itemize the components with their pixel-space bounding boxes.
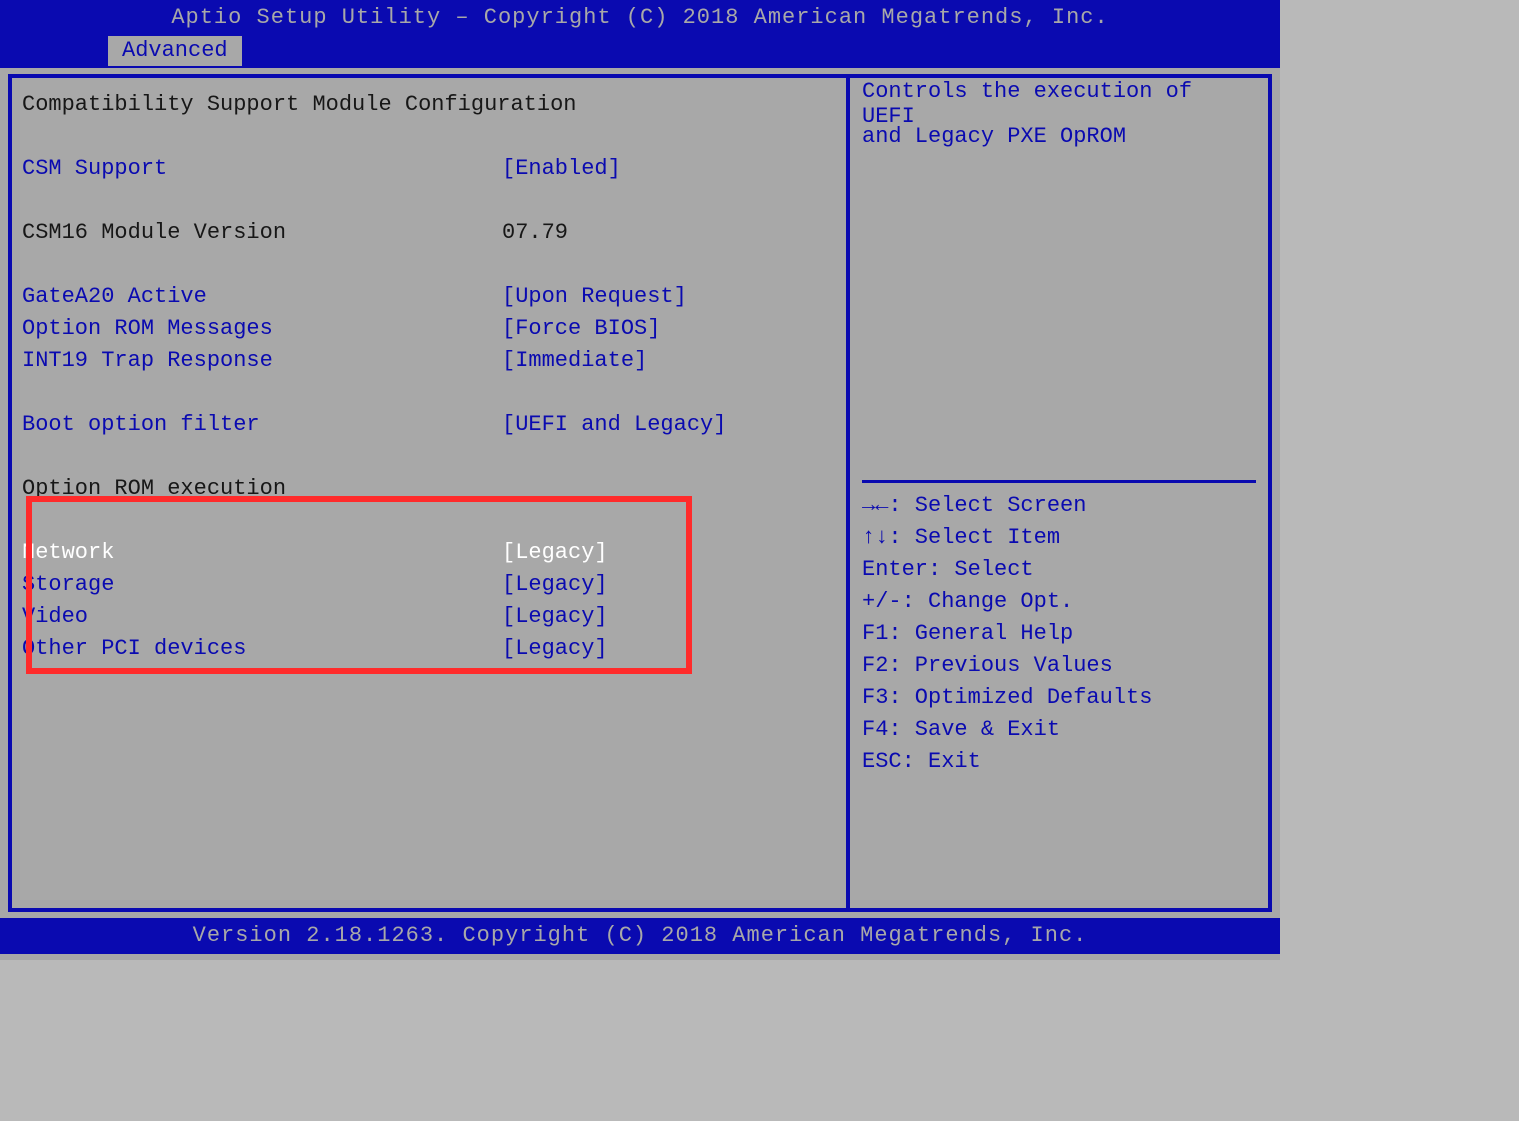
tab-row: Advanced bbox=[0, 36, 1280, 68]
footer-bar: Version 2.18.1263. Copyright (C) 2018 Am… bbox=[0, 918, 1280, 954]
help-panel: Controls the execution of UEFI and Legac… bbox=[850, 74, 1272, 912]
csm-support-value: [Enabled] bbox=[502, 156, 621, 181]
setting-other-pci[interactable]: Other PCI devices [Legacy] bbox=[22, 632, 836, 664]
settings-panel: Compatibility Support Module Configurati… bbox=[8, 74, 850, 912]
oprom-messages-label: Option ROM Messages bbox=[22, 316, 502, 341]
gatea20-value: [Upon Request] bbox=[502, 284, 687, 309]
title-bar: Aptio Setup Utility – Copyright (C) 2018… bbox=[0, 0, 1280, 36]
setting-network[interactable]: Network [Legacy] bbox=[22, 536, 836, 568]
hint-f2: F2: Previous Values bbox=[862, 649, 1256, 681]
video-label: Video bbox=[22, 604, 502, 629]
hint-f4: F4: Save & Exit bbox=[862, 713, 1256, 745]
hint-esc: ESC: Exit bbox=[862, 745, 1256, 777]
csm16-version-value: 07.79 bbox=[502, 220, 568, 245]
help-description-line1: Controls the execution of UEFI bbox=[862, 88, 1256, 120]
setting-oprom-messages[interactable]: Option ROM Messages [Force BIOS] bbox=[22, 312, 836, 344]
boot-filter-value: [UEFI and Legacy] bbox=[502, 412, 726, 437]
setting-int19[interactable]: INT19 Trap Response [Immediate] bbox=[22, 344, 836, 376]
hint-change-opt: +/-: Change Opt. bbox=[862, 585, 1256, 617]
help-divider bbox=[862, 480, 1256, 483]
gatea20-label: GateA20 Active bbox=[22, 284, 502, 309]
csm16-version-label: CSM16 Module Version bbox=[22, 220, 502, 245]
hint-select-item: ↑↓: Select Item bbox=[862, 521, 1256, 553]
csm-support-label: CSM Support bbox=[22, 156, 502, 181]
oprom-messages-value: [Force BIOS] bbox=[502, 316, 660, 341]
setting-boot-filter[interactable]: Boot option filter [UEFI and Legacy] bbox=[22, 408, 836, 440]
other-pci-value: [Legacy] bbox=[502, 636, 608, 661]
storage-label: Storage bbox=[22, 572, 502, 597]
setting-video[interactable]: Video [Legacy] bbox=[22, 600, 836, 632]
hint-f3: F3: Optimized Defaults bbox=[862, 681, 1256, 713]
boot-filter-label: Boot option filter bbox=[22, 412, 502, 437]
network-label: Network bbox=[22, 540, 502, 565]
other-pci-label: Other PCI devices bbox=[22, 636, 502, 661]
csm16-version: CSM16 Module Version 07.79 bbox=[22, 216, 836, 248]
hint-enter: Enter: Select bbox=[862, 553, 1256, 585]
setting-storage[interactable]: Storage [Legacy] bbox=[22, 568, 836, 600]
section-title: Compatibility Support Module Configurati… bbox=[22, 88, 836, 120]
video-value: [Legacy] bbox=[502, 604, 608, 629]
hint-select-screen: →←: Select Screen bbox=[862, 489, 1256, 521]
network-value: [Legacy] bbox=[502, 540, 608, 565]
int19-value: [Immediate] bbox=[502, 348, 647, 373]
oprom-exec-title: Option ROM execution bbox=[22, 472, 836, 504]
setting-csm-support[interactable]: CSM Support [Enabled] bbox=[22, 152, 836, 184]
tab-advanced[interactable]: Advanced bbox=[108, 36, 242, 66]
hint-f1: F1: General Help bbox=[862, 617, 1256, 649]
setting-gatea20[interactable]: GateA20 Active [Upon Request] bbox=[22, 280, 836, 312]
int19-label: INT19 Trap Response bbox=[22, 348, 502, 373]
storage-value: [Legacy] bbox=[502, 572, 608, 597]
